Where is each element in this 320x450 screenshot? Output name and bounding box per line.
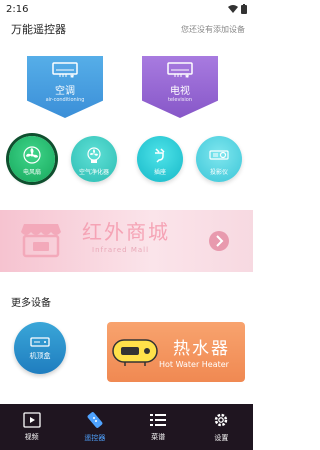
wifi-icon xyxy=(228,5,238,13)
nav-recipes[interactable]: 菜谱 xyxy=(128,412,188,442)
air-purifier-icon xyxy=(87,147,101,163)
nav-settings[interactable]: 设置 xyxy=(191,411,251,443)
air-conditioner-label: 空调 xyxy=(55,86,75,97)
plug-icon xyxy=(155,148,165,163)
device-air-purifier[interactable]: 空气净化器 xyxy=(66,136,122,182)
header: 万能遥控器 您还没有添加设备 xyxy=(0,18,253,40)
banner-title: 红外商城 xyxy=(82,220,170,244)
infrared-mall-banner[interactable]: 红外商城 Infrared Mall xyxy=(0,210,253,272)
projector-button[interactable]: 投影仪 xyxy=(196,136,242,182)
air-conditioner-icon: ✱ xyxy=(52,62,78,78)
set-top-box-button[interactable]: 机顶盒 xyxy=(14,322,66,374)
water-heater-title: 热水器 xyxy=(173,339,230,359)
device-fan[interactable]: 电风扇 xyxy=(4,136,60,182)
no-device-hint[interactable]: 您还没有添加设备 xyxy=(181,24,245,35)
television-sublabel: television xyxy=(167,97,193,103)
nav-video-label: 视频 xyxy=(24,433,39,441)
more-devices-title: 更多设备 xyxy=(11,298,51,309)
socket-button[interactable]: 插座 xyxy=(137,136,183,182)
air-conditioner-tag[interactable]: ✱ 空调 air-conditioning xyxy=(27,56,103,118)
set-top-box-icon xyxy=(30,336,50,347)
water-heater-card[interactable]: 热水器 Hot Water Heater xyxy=(107,322,245,382)
set-top-box-label: 机顶盒 xyxy=(29,351,51,360)
nav-video[interactable]: 视频 xyxy=(2,412,62,442)
nav-remote-label: 遥控器 xyxy=(84,434,106,442)
nav-settings-label: 设置 xyxy=(214,434,229,442)
nav-remote[interactable]: 遥控器 xyxy=(65,411,125,443)
fan-label: 电风扇 xyxy=(22,169,41,176)
bottom-nav: 视频 遥控器 菜谱 设置 xyxy=(0,404,253,450)
television-icon: ✱ xyxy=(167,62,193,78)
device-projector[interactable]: 投影仪 xyxy=(191,136,247,182)
device-socket[interactable]: 插座 xyxy=(132,136,188,182)
banner-subtitle: Infrared Mall xyxy=(92,246,150,254)
television-label: 电视 xyxy=(170,86,190,97)
arrow-right-icon[interactable] xyxy=(209,231,229,251)
gear-icon xyxy=(215,413,228,427)
socket-label: 插座 xyxy=(153,169,166,176)
projector-label: 投影仪 xyxy=(209,169,228,176)
status-icons xyxy=(228,4,247,14)
page-title: 万能遥控器 xyxy=(11,23,66,36)
air-purifier-label: 空气净化器 xyxy=(78,169,109,176)
remote-icon xyxy=(87,412,103,428)
air-purifier-button[interactable]: 空气净化器 xyxy=(71,136,117,182)
nav-recipes-label: 菜谱 xyxy=(151,433,166,441)
fan-button[interactable]: 电风扇 xyxy=(9,136,55,182)
battery-icon xyxy=(241,4,247,14)
store-icon xyxy=(21,224,61,258)
status-time: 2:16 xyxy=(6,3,29,15)
status-bar: 2:16 xyxy=(0,0,253,18)
water-heater-subtitle: Hot Water Heater xyxy=(159,360,229,369)
air-conditioner-sublabel: air-conditioning xyxy=(45,97,85,103)
television-tag[interactable]: ✱ 电视 television xyxy=(142,56,218,118)
fan-icon xyxy=(23,146,41,164)
menu-list-icon xyxy=(150,414,167,426)
video-icon xyxy=(22,412,41,428)
water-heater-icon xyxy=(112,339,158,366)
projector-icon xyxy=(209,150,229,160)
